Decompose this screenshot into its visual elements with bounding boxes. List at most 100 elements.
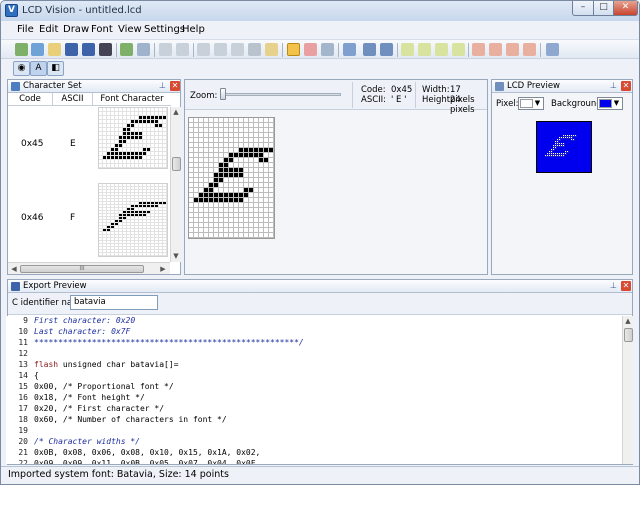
app-window: V LCD Vision - untitled.lcd – □ ✕ File E… <box>0 0 640 485</box>
code-line: 0x18, /* Font height */ <box>34 393 145 402</box>
eraser-icon[interactable] <box>304 43 317 56</box>
add-row-bottom-icon[interactable] <box>452 43 465 56</box>
tools-icon[interactable] <box>99 43 112 56</box>
code-line: 0x00, /* Proportional font */ <box>34 382 174 391</box>
remove-column-left-icon[interactable] <box>472 43 485 56</box>
remove-row-bottom-icon[interactable] <box>523 43 536 56</box>
delete-icon[interactable] <box>248 43 261 56</box>
save-as-icon[interactable] <box>82 43 95 56</box>
horizontal-thumb[interactable]: III <box>20 265 144 273</box>
pixel-color-picker[interactable]: ▼ <box>518 97 544 110</box>
character-set-panel: Character Set ⊥ ✕ Code ASCII Font Charac… <box>7 79 181 275</box>
column-header-code[interactable]: Code <box>8 93 52 106</box>
line-number: 11 <box>18 338 28 347</box>
menu-view[interactable]: View <box>118 24 142 35</box>
add-column-left-icon[interactable] <box>401 43 414 56</box>
scroll-up-icon[interactable]: ▲ <box>623 316 633 326</box>
menu-help[interactable]: Help <box>182 24 205 35</box>
close-icon[interactable]: ✕ <box>170 81 180 91</box>
line-number: 10 <box>18 327 28 336</box>
eye-icon[interactable]: ◉ <box>13 61 30 76</box>
export-icon[interactable] <box>120 43 133 56</box>
settings-icon[interactable] <box>137 43 150 56</box>
character-set-scrollbar[interactable]: ▲ ▼ <box>170 107 181 262</box>
line-number: 14 <box>18 371 28 380</box>
import-font-icon[interactable] <box>31 43 44 56</box>
toolbar-separator <box>193 43 194 57</box>
fill-icon[interactable] <box>321 43 334 56</box>
code-line: Last character: 0x7F <box>34 327 131 336</box>
lcd-preview-title-bar: LCD Preview ⊥ ✕ <box>492 80 632 93</box>
add-row-top-icon[interactable] <box>435 43 448 56</box>
close-icon[interactable]: ✕ <box>621 81 631 91</box>
scroll-up-icon[interactable]: ▲ <box>171 107 181 117</box>
scrollbar-thumb[interactable] <box>624 328 633 342</box>
scroll-left-icon[interactable]: ◀ <box>9 264 19 274</box>
toolbar-separator <box>282 43 283 57</box>
mirror-icon[interactable] <box>363 43 376 56</box>
close-button[interactable]: ✕ <box>613 1 638 16</box>
code-line: 0x20, /* First character */ <box>34 404 165 413</box>
scrollbar-thumb[interactable] <box>172 157 181 171</box>
code-label: Code: <box>361 85 386 95</box>
add-column-right-icon[interactable] <box>418 43 431 56</box>
identifier-input[interactable]: batavia <box>70 295 158 310</box>
glyph-thumbnail-e[interactable] <box>98 107 168 169</box>
zoom-slider-thumb[interactable] <box>220 88 226 100</box>
code-line: ****************************************… <box>34 338 304 347</box>
save-icon[interactable] <box>65 43 78 56</box>
pixel-editor-grid[interactable] <box>188 117 275 239</box>
undo-icon[interactable] <box>159 43 172 56</box>
menu-draw[interactable]: Draw <box>63 24 89 35</box>
column-header-font-character[interactable]: Font Character <box>92 93 171 106</box>
lcd-view-icon[interactable]: ◧ <box>47 61 64 76</box>
status-text: Imported system font: Batavia, Size: 14 … <box>8 469 229 480</box>
cut-icon[interactable] <box>197 43 210 56</box>
scroll-down-icon[interactable]: ▼ <box>171 251 181 261</box>
pin-icon[interactable]: ⊥ <box>158 82 167 91</box>
open-icon[interactable] <box>48 43 61 56</box>
height-value: 24 pixels <box>450 95 475 115</box>
paste-icon[interactable] <box>231 43 244 56</box>
clipboard-icon[interactable] <box>265 43 278 56</box>
line-number: 16 <box>18 393 28 402</box>
remove-column-right-icon[interactable] <box>489 43 502 56</box>
scroll-right-icon[interactable]: ▶ <box>158 264 168 274</box>
close-icon[interactable]: ✕ <box>621 281 631 291</box>
shift-icon[interactable] <box>343 43 356 56</box>
copy-icon[interactable] <box>214 43 227 56</box>
font-view-icon[interactable]: A <box>30 61 47 76</box>
pin-icon[interactable]: ⊥ <box>609 282 618 291</box>
zoom-slider-track[interactable] <box>221 93 341 96</box>
glyph-thumbnail-f[interactable] <box>98 183 168 257</box>
width-label: Width: <box>422 85 450 95</box>
lcd-icon <box>495 82 504 91</box>
maximize-button[interactable]: □ <box>593 1 614 16</box>
horizontal-scrollbar[interactable]: ◀ III ▶ <box>8 262 170 274</box>
column-header-ascii[interactable]: ASCII <box>52 93 92 106</box>
add-font-icon[interactable] <box>15 43 28 56</box>
code-line: 0x0B, 0x08, 0x06, 0x08, 0x10, 0x15, 0x1A… <box>34 448 261 457</box>
flip-icon[interactable] <box>380 43 393 56</box>
line-number: 17 <box>18 404 28 413</box>
pencil-icon[interactable] <box>287 43 300 56</box>
export-code-view[interactable]: 9 First character: 0x20 10 Last character: … <box>6 316 621 464</box>
menu-file[interactable]: File <box>17 24 34 35</box>
font-properties-icon[interactable] <box>546 43 559 56</box>
character-set-title: Character Set <box>23 81 82 91</box>
row-code: 0x45 <box>21 139 44 149</box>
line-number: 19 <box>18 426 28 435</box>
chevron-down-icon[interactable]: ▼ <box>612 99 621 108</box>
redo-icon[interactable] <box>176 43 189 56</box>
chevron-down-icon[interactable]: ▼ <box>533 99 542 108</box>
ascii-value: ' E ' <box>391 95 407 105</box>
minimize-button[interactable]: – <box>572 1 594 16</box>
menu-edit[interactable]: Edit <box>39 24 58 35</box>
menu-font[interactable]: Font <box>91 24 113 35</box>
export-scrollbar[interactable]: ▲ <box>622 316 633 464</box>
menu-bar: File Edit Draw Font View Settings Help <box>1 21 639 38</box>
background-color-picker[interactable]: ▼ <box>597 97 623 110</box>
pin-icon[interactable]: ⊥ <box>609 82 618 91</box>
menu-settings[interactable]: Settings <box>144 24 185 35</box>
remove-row-top-icon[interactable] <box>506 43 519 56</box>
